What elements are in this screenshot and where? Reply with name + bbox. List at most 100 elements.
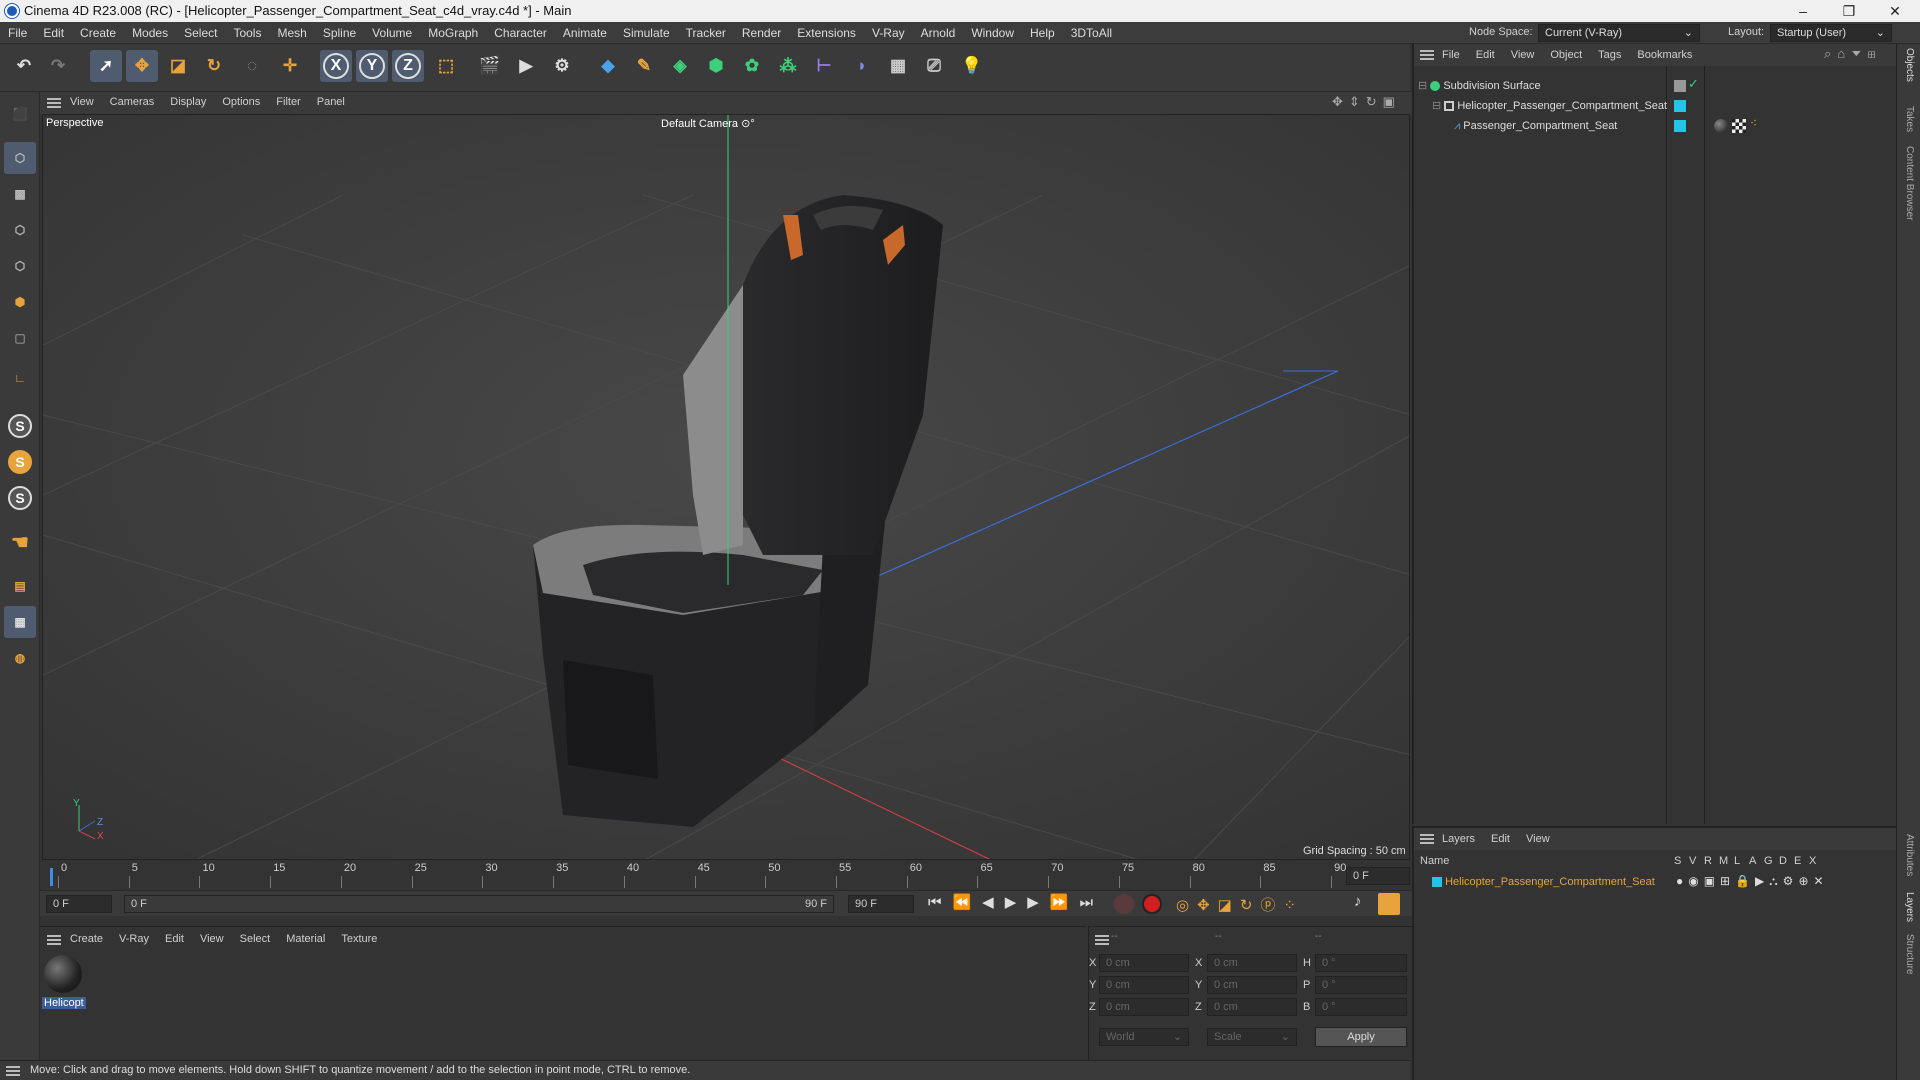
status-menu-icon[interactable] (6, 1066, 20, 1076)
viewport-menu-item-4[interactable]: Filter (268, 96, 308, 108)
render-view-icon[interactable]: 🎬 (474, 50, 506, 82)
menu-item-7[interactable]: Spline (315, 22, 364, 44)
node-space-select[interactable]: Current (V-Ray) ⌄ (1538, 24, 1700, 42)
render-picture-viewer-icon[interactable]: ▶ (510, 50, 542, 82)
polygons-mode-icon[interactable]: ⬢ (4, 286, 36, 318)
material-name[interactable]: Helicopt (42, 997, 86, 1009)
coord-panel-menu-icon[interactable] (1095, 935, 1109, 945)
menu-item-18[interactable]: Window (963, 22, 1022, 44)
size-y-field[interactable]: 0 cm (1207, 976, 1297, 994)
end-frame-field[interactable]: 90 F (848, 895, 914, 913)
layer-menu-item-0[interactable]: Layers (1434, 833, 1483, 845)
object-row-subdivision-surface[interactable]: ⊟ Subdivision Surface (1418, 76, 1541, 96)
camera-icon[interactable]: ⎚ (918, 50, 950, 82)
grid-workplane-icon[interactable]: ▦ (4, 606, 36, 638)
material-menu-item-6[interactable]: Texture (333, 933, 385, 945)
frame-range-slider[interactable]: 0 F 90 F (124, 895, 834, 913)
y-axis-lock-icon[interactable]: Y (356, 50, 388, 82)
menu-item-6[interactable]: Mesh (269, 22, 314, 44)
render-settings-icon[interactable]: ⚙ (546, 50, 578, 82)
tab-takes[interactable]: Takes (1904, 106, 1915, 132)
menu-item-13[interactable]: Tracker (678, 22, 734, 44)
floor-icon[interactable]: ▦ (882, 50, 914, 82)
make-editable-icon[interactable]: ⬛ (4, 98, 36, 130)
playback-controls[interactable]: ⏮⏪◀▶▶⏩⏭ (928, 893, 1104, 911)
x-axis-lock-icon[interactable]: X (320, 50, 352, 82)
locked-workplane-icon[interactable]: ◍ (4, 642, 36, 674)
object-row-passenger-seat[interactable]: ⩘ Passenger_Compartment_Seat (1454, 116, 1617, 136)
timeline-ruler[interactable]: 0 5 10 15 20 25 30 35 40 45 50 55 60 65 70 75 80 85 90 0 F (40, 862, 1412, 890)
viewport-panel-menu-icon[interactable] (47, 98, 61, 108)
menu-item-3[interactable]: Modes (124, 22, 176, 44)
viewport-nav-icons[interactable]: ✥⇕↻▣ (1332, 94, 1401, 110)
size-x-field[interactable]: 0 cm (1207, 954, 1297, 972)
record-keyframe-icon[interactable] (1114, 894, 1134, 914)
mograph-icon[interactable]: ⁂ (772, 50, 804, 82)
select-tool-icon[interactable]: ➚ (90, 50, 122, 82)
current-frame-field[interactable]: 0 F (1346, 867, 1410, 885)
model-mode-icon[interactable]: ⬡ (4, 142, 36, 174)
uvw-tag-icon[interactable] (1732, 119, 1746, 133)
scale-tool-icon[interactable]: ◪ (162, 50, 194, 82)
rotate-tool-icon[interactable]: ↻ (198, 50, 230, 82)
pos-z-field[interactable]: 0 cm (1099, 998, 1189, 1016)
tab-structure[interactable]: Structure (1904, 934, 1915, 975)
menu-item-1[interactable]: Edit (35, 22, 72, 44)
cube-icon[interactable]: ◆ (592, 50, 624, 82)
key-mode-icons[interactable]: ◎✥◪↻ⓟ⁘ (1176, 894, 1304, 915)
menu-item-8[interactable]: Volume (364, 22, 420, 44)
material-menu-item-2[interactable]: Edit (157, 933, 192, 945)
maximize-button[interactable]: ❐ (1826, 0, 1872, 22)
viewport-menu-item-1[interactable]: Cameras (102, 96, 163, 108)
layer-menu-item-1[interactable]: Edit (1483, 833, 1518, 845)
object-menu-item-4[interactable]: Tags (1590, 49, 1629, 61)
undo-icon[interactable]: ↶ (8, 50, 40, 82)
menu-item-20[interactable]: 3DToAll (1063, 22, 1120, 44)
snap-icon[interactable]: S (4, 410, 36, 442)
motion-clip-icon[interactable]: ♪ (1354, 893, 1362, 910)
coord-system-select[interactable]: World ⌄ (1099, 1028, 1189, 1046)
rot-b-field[interactable]: 0 ° (1315, 998, 1407, 1016)
menu-item-10[interactable]: Character (486, 22, 555, 44)
object-panel-menu-icon[interactable] (1420, 50, 1434, 60)
texture-mode-icon[interactable]: ▩ (4, 178, 36, 210)
object-menu-item-2[interactable]: View (1503, 49, 1543, 61)
material-menu-item-5[interactable]: Material (278, 933, 333, 945)
coord-mode-select[interactable]: Scale ⌄ (1207, 1028, 1297, 1046)
viewport-menu-item-5[interactable]: Panel (309, 96, 353, 108)
edges-mode-icon[interactable]: ⬡ (4, 250, 36, 282)
start-frame-field[interactable]: 0 F (46, 895, 112, 913)
object-menu-item-5[interactable]: Bookmarks (1629, 49, 1700, 61)
soft-selection-icon[interactable]: S (4, 482, 36, 514)
menu-item-19[interactable]: Help (1022, 22, 1063, 44)
cloner-icon[interactable]: ✿ (736, 50, 768, 82)
subdivision-icon[interactable]: ◈ (664, 50, 696, 82)
menu-item-15[interactable]: Extensions (789, 22, 864, 44)
redo-icon[interactable]: ↷ (42, 50, 74, 82)
object-menu-item-1[interactable]: Edit (1468, 49, 1503, 61)
autokey-icon[interactable] (1142, 894, 1162, 914)
layer-toggle-icons[interactable]: ●◉▣⊞🔒▶⛬⚙⊕✕ (1676, 874, 1829, 889)
live-selection-icon[interactable]: ◌ (236, 50, 268, 82)
menu-item-4[interactable]: Select (176, 22, 225, 44)
menu-item-0[interactable]: File (0, 22, 35, 44)
close-button[interactable]: ✕ (1872, 0, 1918, 22)
layout-select[interactable]: Startup (User) ⌄ (1770, 24, 1892, 42)
workplane-icon[interactable]: ▤ (4, 570, 36, 602)
points-mode-icon[interactable]: ⬡ (4, 214, 36, 246)
size-z-field[interactable]: 0 cm (1207, 998, 1297, 1016)
rot-h-field[interactable]: 0 ° (1315, 954, 1407, 972)
vertex-tag-icon[interactable]: ⁖ (1750, 116, 1757, 130)
viewport-menu-item-0[interactable]: View (62, 96, 102, 108)
layer-color-tag[interactable] (1674, 120, 1686, 132)
menu-item-9[interactable]: MoGraph (420, 22, 486, 44)
layer-color-tag[interactable] (1674, 100, 1686, 112)
menu-item-14[interactable]: Render (734, 22, 789, 44)
timeline-view-icon[interactable] (1378, 893, 1400, 915)
subdivision-enable-icon[interactable] (1674, 80, 1686, 92)
layer-menu-item-2[interactable]: View (1518, 833, 1558, 845)
menu-item-2[interactable]: Create (72, 22, 124, 44)
checkmark-icon[interactable]: ✓ (1688, 76, 1699, 92)
viewport-menu-item-3[interactable]: Options (214, 96, 268, 108)
menu-item-5[interactable]: Tools (225, 22, 269, 44)
